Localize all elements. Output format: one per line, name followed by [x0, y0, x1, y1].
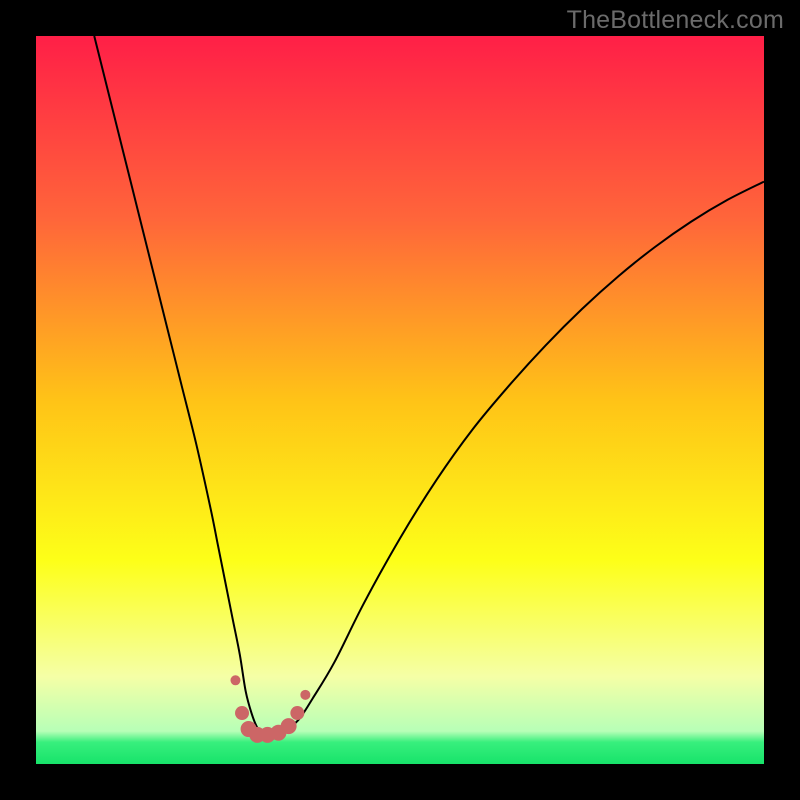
- chart-background: [36, 36, 764, 764]
- marker-dot: [281, 718, 297, 734]
- chart-svg: [36, 36, 764, 764]
- chart-frame: TheBottleneck.com: [0, 0, 800, 800]
- chart-plot-area: [36, 36, 764, 764]
- marker-dot: [235, 706, 249, 720]
- marker-dot: [290, 706, 304, 720]
- marker-dot: [230, 675, 240, 685]
- watermark-text: TheBottleneck.com: [567, 6, 784, 35]
- marker-dot: [300, 690, 310, 700]
